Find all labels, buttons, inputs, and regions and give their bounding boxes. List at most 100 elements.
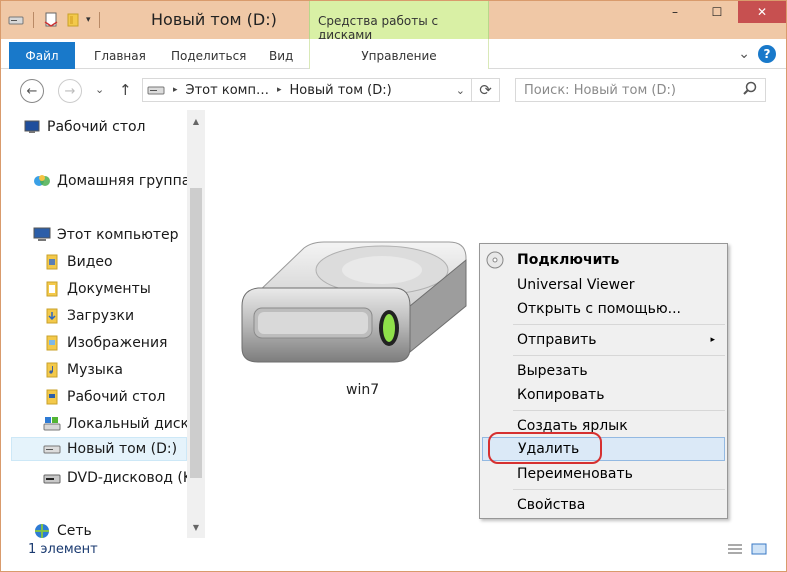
up-button[interactable]: ↑ (119, 81, 132, 99)
qat-customize-icon[interactable]: ▾ (86, 15, 91, 25)
menu-item-send-to[interactable]: Отправить ▸ (482, 328, 725, 352)
address-bar[interactable]: ▸ Этот комп… ▸ Новый том (D:) ⌄ (142, 78, 472, 102)
nav-item-label: Документы (67, 281, 151, 297)
disc-icon (486, 251, 504, 269)
dvd-drive-icon (43, 469, 61, 487)
menu-item-label: Переименовать (517, 466, 633, 482)
window-controls: – ☐ ✕ (654, 1, 786, 23)
drive-item-label[interactable]: win7 (346, 382, 379, 398)
desktop-folder-icon (43, 388, 61, 406)
menu-item-mount[interactable]: Подключить (482, 248, 725, 272)
nav-item-label: Загрузки (67, 308, 135, 324)
nav-item-desktop[interactable]: Рабочий стол (23, 115, 199, 139)
nav-item-label: Локальный диск (67, 416, 190, 432)
breadcrumb-drive-d[interactable]: Новый том (D:) (289, 83, 391, 98)
maximize-button[interactable]: ☐ (696, 1, 738, 23)
navigation-pane: Рабочий стол Домашняя группа Этот компью… (1, 110, 206, 538)
drive-icon (43, 440, 61, 458)
expand-ribbon-icon[interactable]: ⌄ (738, 46, 750, 62)
drive-small-icon[interactable] (7, 11, 25, 29)
minimize-button[interactable]: – (654, 1, 696, 23)
nav-item-homegroup[interactable]: Домашняя группа (33, 169, 206, 193)
qat-separator (33, 12, 34, 28)
drive-small-icon (147, 84, 165, 96)
properties-icon[interactable] (42, 11, 60, 29)
pictures-folder-icon (43, 334, 61, 352)
tab-share[interactable]: Поделиться (171, 49, 246, 63)
breadcrumb-this-pc[interactable]: Этот комп… (186, 83, 269, 98)
navigation-scrollbar[interactable]: ▲ ▼ (187, 110, 205, 538)
annotation-highlight-circle (488, 432, 602, 464)
menu-item-rename[interactable]: Переименовать (482, 462, 725, 486)
contextual-tab-group: Средства работы с дисками (309, 1, 489, 42)
nav-item-downloads[interactable]: Загрузки (43, 304, 206, 328)
menu-item-properties[interactable]: Свойства (482, 493, 725, 517)
ribbon-controls: ⌄ ? (738, 45, 776, 63)
nav-item-documents[interactable]: Документы (43, 277, 206, 301)
scroll-up-icon[interactable]: ▲ (187, 112, 205, 130)
menu-item-universal-viewer[interactable]: Universal Viewer (482, 273, 725, 297)
nav-item-video[interactable]: Видео (43, 250, 206, 274)
computer-icon (33, 226, 51, 244)
nav-item-local-disk[interactable]: Локальный диск (43, 412, 206, 436)
menu-item-label: Вырезать (517, 363, 588, 379)
downloads-folder-icon (43, 307, 61, 325)
nav-item-label: Видео (67, 254, 113, 270)
back-button[interactable]: ← (20, 79, 44, 103)
tab-manage[interactable]: Управление (309, 39, 489, 69)
search-box[interactable]: Поиск: Новый том (D:) (515, 78, 766, 102)
recent-locations-button[interactable]: ⌄ (95, 83, 104, 96)
tab-file[interactable]: Файл (9, 42, 75, 69)
title-bar: ▾ Новый том (D:) Средства работы с диска… (1, 1, 786, 42)
new-folder-icon[interactable] (64, 11, 82, 29)
context-menu: Подключить Universal Viewer Открыть с по… (479, 243, 728, 519)
close-button[interactable]: ✕ (738, 1, 786, 23)
drive-item-icon[interactable] (234, 236, 474, 386)
scroll-down-icon[interactable]: ▼ (187, 518, 205, 536)
submenu-arrow-icon: ▸ (710, 335, 715, 345)
search-icon (743, 81, 757, 99)
details-view-icon[interactable] (726, 542, 744, 556)
ribbon-tabs: Файл Главная Поделиться Вид Управление ⌄… (1, 39, 786, 69)
tab-view[interactable]: Вид (269, 49, 293, 63)
homegroup-icon (33, 172, 51, 190)
nav-item-label: Рабочий стол (67, 389, 166, 405)
local-disk-icon (43, 415, 61, 433)
menu-separator (513, 489, 725, 490)
breadcrumb-separator[interactable]: ▸ (277, 85, 282, 95)
forward-button[interactable]: → (58, 79, 82, 103)
nav-item-label: Сеть (57, 523, 92, 538)
address-bar-row: ← → ⌄ ↑ ▸ Этот комп… ▸ Новый том (D:) ⌄ … (1, 70, 786, 110)
menu-item-copy[interactable]: Копировать (482, 383, 725, 407)
menu-separator (513, 410, 725, 411)
scrollbar-thumb[interactable] (190, 188, 202, 478)
large-icons-view-icon[interactable] (750, 542, 768, 556)
search-input[interactable]: Поиск: Новый том (D:) (524, 83, 676, 98)
nav-item-label: Музыка (67, 362, 123, 378)
nav-item-label: DVD-дисковод (K (67, 470, 187, 486)
nav-item-drive-d[interactable]: Новый том (D:) (11, 437, 187, 461)
nav-item-this-pc[interactable]: Этот компьютер (33, 223, 206, 247)
nav-item-dvd-drive[interactable]: DVD-дисковод (K (43, 466, 187, 490)
quick-access-toolbar: ▾ (7, 9, 104, 31)
help-button[interactable]: ? (758, 45, 776, 63)
menu-separator (513, 355, 725, 356)
window-title: Новый том (D:) (151, 10, 277, 29)
menu-item-cut[interactable]: Вырезать (482, 359, 725, 383)
nav-item-pictures[interactable]: Изображения (43, 331, 206, 355)
address-dropdown-icon[interactable]: ⌄ (456, 84, 465, 97)
view-buttons (726, 542, 768, 556)
status-bar: 1 элемент (1, 538, 786, 571)
nav-item-music[interactable]: Музыка (43, 358, 206, 382)
nav-item-label: Новый том (D:) (67, 441, 178, 457)
menu-item-open-with[interactable]: Открыть с помощью... (482, 297, 725, 321)
music-folder-icon (43, 361, 61, 379)
tab-home[interactable]: Главная (94, 49, 146, 63)
nav-item-desktop-folder[interactable]: Рабочий стол (43, 385, 206, 409)
qat-separator (98, 12, 100, 28)
item-count: 1 элемент (28, 542, 98, 557)
nav-item-network[interactable]: Сеть (33, 519, 206, 538)
refresh-button[interactable]: ⟳ (472, 78, 500, 102)
breadcrumb-separator[interactable]: ▸ (173, 85, 178, 95)
menu-item-label: Копировать (517, 387, 605, 403)
